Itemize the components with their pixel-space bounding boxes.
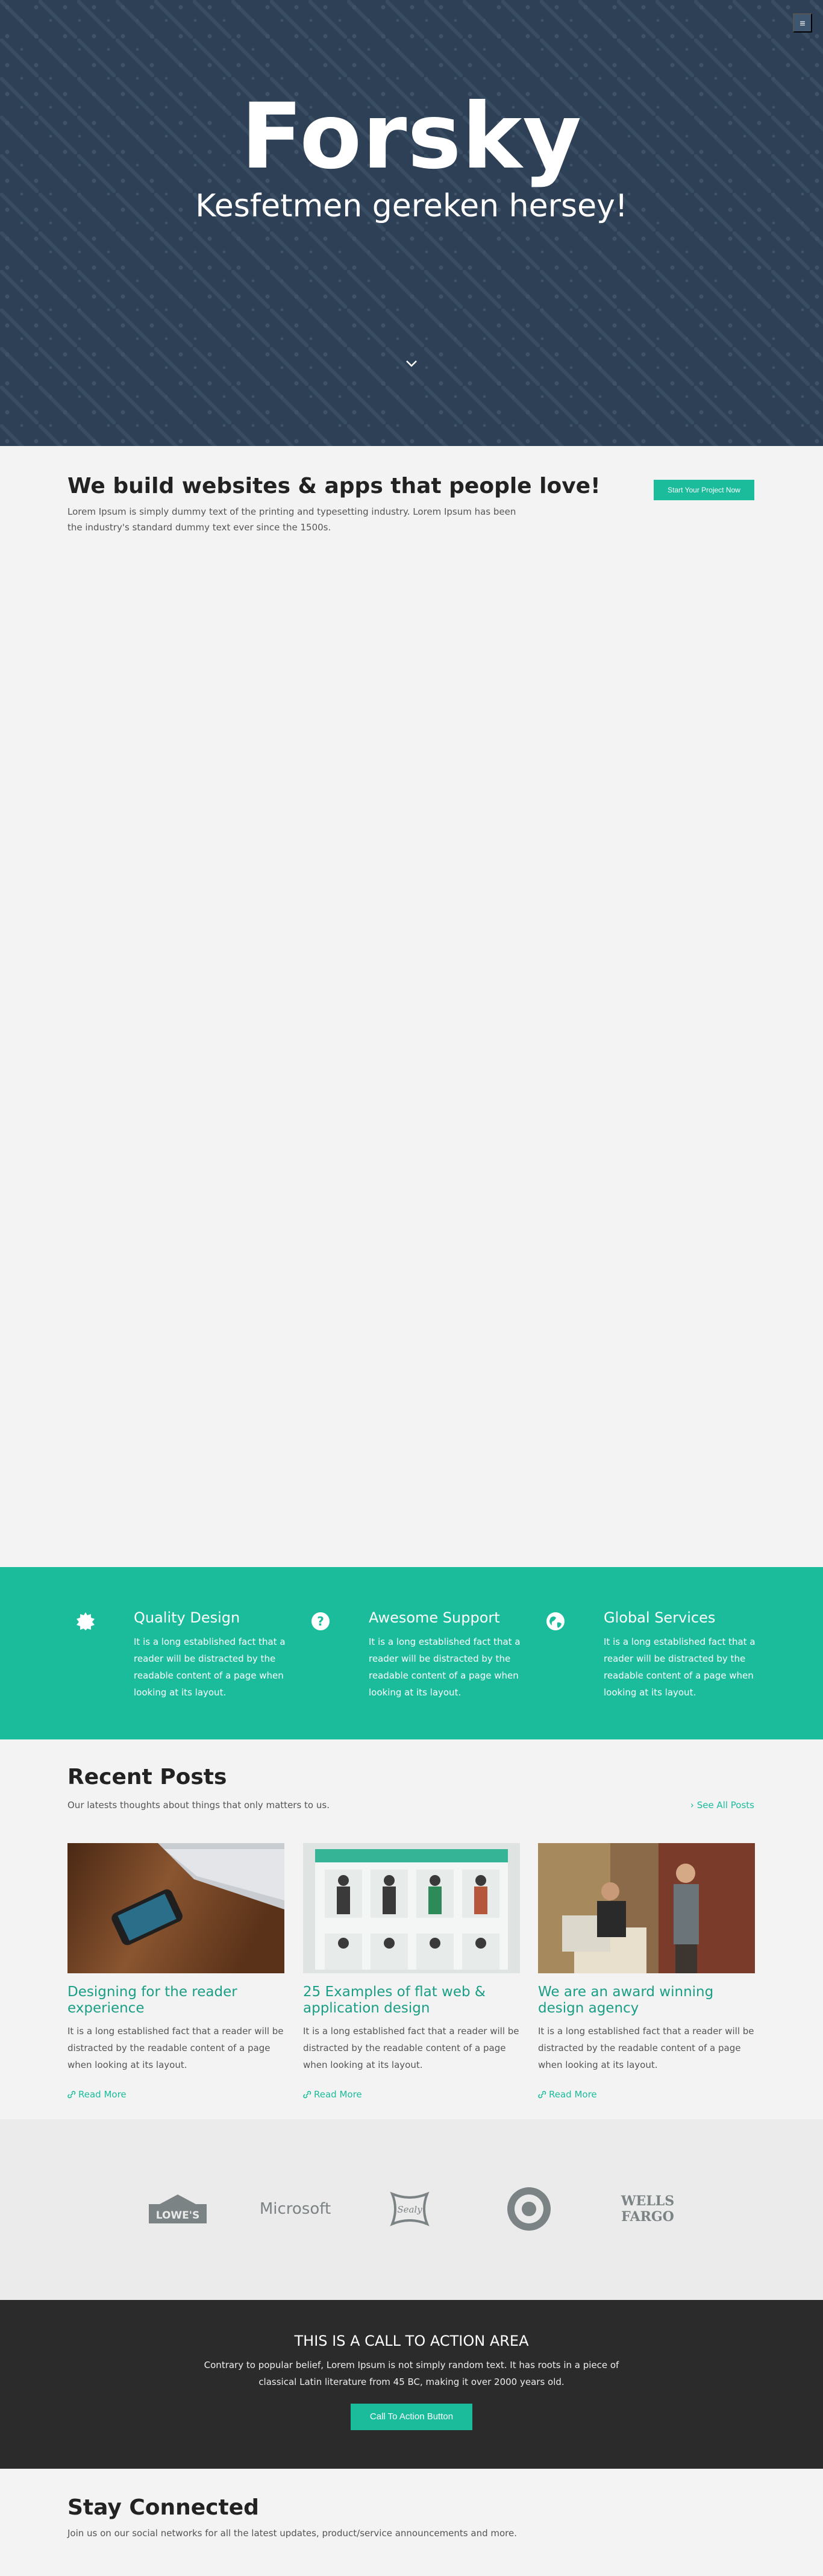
read-more-link[interactable]: Read More bbox=[538, 2089, 597, 2100]
call-to-action-button[interactable]: Call To Action Button bbox=[351, 2404, 472, 2430]
svg-text:LOWE'S: LOWE'S bbox=[156, 2210, 200, 2222]
intro-title: We build websites & apps that people lov… bbox=[67, 474, 601, 498]
question-icon: ? bbox=[311, 1612, 330, 1630]
feature-text: It is a long established fact that a rea… bbox=[604, 1636, 756, 1698]
read-more-link[interactable]: Read More bbox=[67, 2089, 127, 2100]
post-title[interactable]: Designing for the reader experience bbox=[67, 1984, 284, 2017]
post-title[interactable]: We are an award winning design agency bbox=[538, 1984, 755, 2017]
read-more-label: Read More bbox=[78, 2089, 127, 2100]
feature-title: Global Services bbox=[604, 1609, 716, 1626]
read-more-label: Read More bbox=[549, 2089, 597, 2100]
read-more-link[interactable]: Read More bbox=[303, 2089, 362, 2100]
feature-title: Quality Design bbox=[134, 1609, 240, 1626]
post-excerpt: It is a long established fact that a rea… bbox=[67, 2026, 284, 2070]
link-icon bbox=[538, 2091, 546, 2099]
see-all-posts-link[interactable]: › See All Posts bbox=[687, 1800, 754, 1811]
sealy-logo: Sealy bbox=[386, 2188, 434, 2230]
hero-section: ≡ Forsky Kesfetmen gereken hersey! bbox=[0, 0, 823, 446]
feature-text: It is a long established fact that a rea… bbox=[369, 1636, 521, 1698]
read-more-label: Read More bbox=[314, 2089, 362, 2100]
post-image[interactable] bbox=[303, 1843, 520, 1973]
stay-connected-title: Stay Connected bbox=[67, 2495, 259, 2520]
microsoft-logo: Microsoft bbox=[259, 2200, 331, 2218]
stay-connected-text: Join us on our social networks for all t… bbox=[67, 2528, 517, 2539]
features-section: Quality Design It is a long established … bbox=[0, 1567, 823, 1739]
intro-text: Lorem Ipsum is simply dummy text of the … bbox=[67, 506, 516, 533]
link-icon bbox=[67, 2091, 76, 2099]
cta-title: THIS IS A CALL TO ACTION AREA bbox=[294, 2333, 529, 2349]
globe-icon bbox=[546, 1612, 565, 1630]
clients-section: LOWE'S Microsoft Sealy WELLS FARGO bbox=[0, 2119, 823, 2300]
menu-button[interactable]: ≡ bbox=[793, 13, 812, 33]
call-to-action-section: THIS IS A CALL TO ACTION AREA Contrary t… bbox=[0, 2300, 823, 2469]
wells-fargo-line-1: WELLS bbox=[621, 2193, 675, 2209]
badge-icon bbox=[77, 1612, 95, 1630]
svg-text:Sealy: Sealy bbox=[397, 2204, 422, 2215]
post-excerpt: It is a long established fact that a rea… bbox=[303, 2026, 519, 2070]
link-icon bbox=[303, 2091, 311, 2099]
start-project-button[interactable]: Start Your Project Now bbox=[654, 480, 754, 500]
wells-fargo-logo: WELLS FARGO bbox=[609, 2188, 687, 2230]
lowes-logo: LOWE'S bbox=[145, 2188, 211, 2230]
post-image[interactable] bbox=[538, 1843, 755, 1973]
post-excerpt: It is a long established fact that a rea… bbox=[538, 2026, 754, 2070]
hero-title: Forsky bbox=[240, 84, 583, 189]
cta-text: Contrary to popular belief, Lorem Ipsum … bbox=[204, 2360, 619, 2387]
svg-text:?: ? bbox=[317, 1614, 324, 1629]
post-image[interactable] bbox=[67, 1843, 284, 1973]
wells-fargo-line-2: FARGO bbox=[621, 2209, 674, 2225]
feature-text: It is a long established fact that a rea… bbox=[134, 1636, 286, 1698]
post-title[interactable]: 25 Examples of flat web & application de… bbox=[303, 1984, 520, 2017]
hero-subtitle: Kesfetmen gereken hersey! bbox=[195, 188, 628, 224]
recent-posts-subtitle: Our latests thoughts about things that o… bbox=[67, 1800, 330, 1811]
recent-posts-title: Recent Posts bbox=[67, 1765, 227, 1789]
target-logo bbox=[505, 2187, 553, 2231]
chevron-down-icon[interactable] bbox=[404, 356, 419, 371]
feature-title: Awesome Support bbox=[369, 1609, 500, 1626]
